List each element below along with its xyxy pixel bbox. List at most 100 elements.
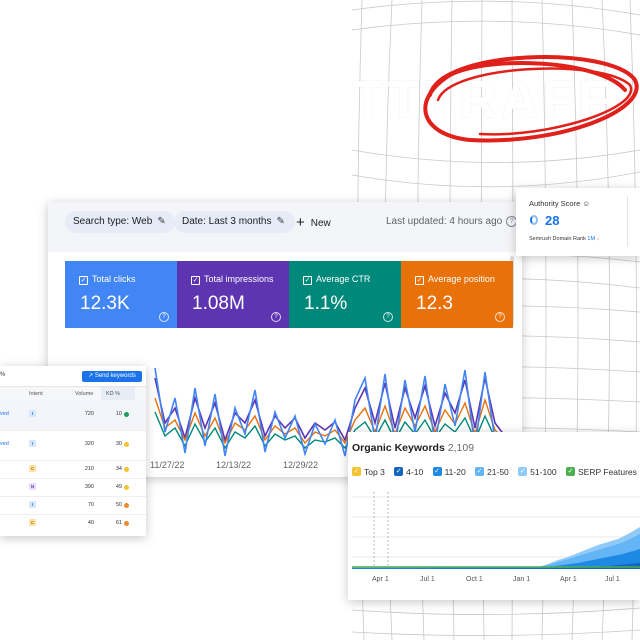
legend-label: SERP Features: [578, 466, 637, 477]
table-row[interactable]: ved I 320 30: [0, 430, 146, 461]
help-icon[interactable]: ?: [495, 312, 505, 322]
send-keywords-button[interactable]: ↗ Send keywords: [82, 371, 142, 382]
table-row[interactable]: ved I 720 10: [0, 400, 146, 431]
send-icon: ↗: [88, 373, 95, 379]
last-updated-text: Last updated: 4 hours ago: [386, 216, 503, 227]
metric-value: 12.3K: [80, 293, 130, 314]
legend-11-20[interactable]: ✓ 11-20: [432, 466, 466, 477]
checkbox-icon: ✓: [79, 276, 88, 285]
domain-rank-label: Semrush Domain Rank: [529, 236, 586, 242]
legend-label: 51-100: [530, 466, 557, 477]
metric-card-impressions[interactable]: ✓ Total impressions 1.08M ?: [177, 261, 289, 328]
metric-label: Total clicks: [92, 274, 136, 284]
x-axis-label: 12/29/22: [283, 460, 319, 470]
kd-difficulty-dot: [124, 521, 129, 526]
organic-keywords-chart: [352, 492, 640, 569]
x-axis-label: Jul 1: [420, 576, 435, 583]
date-label: Date: Last 3 months: [182, 216, 272, 227]
metric-label: Average CTR: [316, 274, 371, 284]
legend-label: Top 3: [364, 466, 385, 477]
metric-card-clicks[interactable]: ✓ Total clicks 12.3K ?: [65, 261, 177, 328]
red-scribble-circle: [423, 55, 639, 143]
pencil-icon: ✎: [276, 216, 285, 227]
kd-difficulty-dot: [124, 442, 129, 447]
authority-title-text: Authority Score: [529, 199, 581, 208]
table-row[interactable]: C 40 61: [0, 514, 146, 532]
new-filter-button[interactable]: + New: [296, 211, 331, 235]
legend-serp-features[interactable]: ✓ SERP Features: [566, 467, 637, 477]
percent-text: %: [0, 372, 6, 378]
new-label: New: [310, 218, 331, 229]
authority-score-panel: Authority Score ☺ 28 Semrush Domain Rank…: [516, 188, 640, 256]
search-type-chip[interactable]: Search type: Web ✎: [65, 211, 176, 233]
checkbox-icon: ✓: [303, 276, 312, 285]
intent-badge: I: [29, 440, 36, 447]
organic-keywords-panel: Organic Keywords 2,109 ✓ Top 3 ✓ 4-10 ✓ 11-2…: [348, 432, 640, 600]
checkbox-icon: ✓: [518, 467, 528, 476]
legend-51-100[interactable]: ✓ 51-100: [518, 466, 557, 477]
domain-rank: Semrush Domain Rank 1M ↓: [529, 236, 599, 242]
metric-card-position[interactable]: ✓ Average position 12.3 ?: [401, 261, 513, 328]
score-ring-icon: [530, 215, 538, 225]
kd-cell: 30: [115, 441, 122, 447]
help-icon[interactable]: ?: [271, 312, 281, 322]
organic-count: 2,109: [447, 442, 475, 454]
metric-cards: ✓ Total clicks 12.3K ? ✓ Total impressio…: [65, 261, 513, 328]
intent-badge: C: [29, 519, 36, 526]
kd-difficulty-dot: [124, 503, 129, 508]
table-row[interactable]: C 210 34: [0, 460, 146, 479]
volume-cell: 720: [84, 411, 94, 417]
column-headers: Intent Volume KD %: [0, 386, 146, 401]
column-header-kd[interactable]: KD %: [106, 391, 120, 397]
volume-cell: 40: [87, 520, 94, 526]
send-keywords-label: Send keywords: [94, 373, 136, 379]
smile-icon[interactable]: ☺: [582, 199, 590, 208]
x-axis-label: Apr 1: [372, 576, 389, 583]
checkbox-icon: ✓: [475, 467, 485, 476]
volume-cell: 320: [84, 441, 94, 447]
organic-title-text: Organic Keywords: [352, 442, 445, 454]
metric-card-ctr[interactable]: ✓ Average CTR 1.1% ?: [289, 261, 401, 328]
kd-cell: 49: [115, 484, 122, 490]
arrow-down-icon: ↓: [596, 236, 600, 242]
kd-cell: 61: [115, 520, 122, 526]
legend-label: 4-10: [406, 466, 424, 477]
organic-keywords-title: Organic Keywords 2,109: [352, 442, 474, 454]
last-updated: Last updated: 4 hours ago?: [386, 211, 518, 233]
table-row[interactable]: N 390 49: [0, 478, 146, 497]
kd-cell: 34: [115, 466, 122, 472]
x-axis-label: Jul 1: [605, 576, 620, 583]
kd-cell: 10: [115, 411, 122, 417]
legend-21-50[interactable]: ✓ 21-50: [475, 467, 509, 477]
keyword-table-header: % ↗ Send keywords: [0, 366, 146, 384]
volume-cell: 70: [87, 502, 94, 508]
filter-bar: Search type: Web ✎ Date: Last 3 months ✎ +…: [48, 202, 522, 252]
x-axis-label: 12/13/22: [216, 460, 252, 470]
column-header-intent[interactable]: Intent: [29, 391, 43, 397]
x-axis-label: 11/27/22: [150, 460, 185, 470]
intent-badge: C: [29, 465, 36, 472]
search-type-label: Search type: Web: [73, 216, 153, 227]
legend-top3[interactable]: ✓ Top 3: [352, 467, 385, 477]
keyword-cell[interactable]: ved: [0, 411, 9, 417]
intent-badge: N: [29, 483, 36, 490]
legend-4-10[interactable]: ✓ 4-10: [394, 467, 423, 477]
legend-label: 21-50: [487, 466, 509, 477]
checkbox-icon: ✓: [352, 467, 361, 476]
volume-cell: 210: [84, 466, 94, 472]
kd-difficulty-dot: [124, 485, 129, 490]
x-axis-label: Apr 1: [560, 576, 577, 583]
help-icon[interactable]: ?: [159, 312, 169, 322]
kd-difficulty-dot: [124, 412, 129, 417]
checkbox-icon: ✓: [566, 467, 576, 476]
metric-label: Average position: [428, 274, 495, 284]
checkbox-icon: ✓: [394, 467, 404, 476]
domain-rank-value[interactable]: 1M: [587, 236, 595, 242]
checkbox-icon: ✓: [432, 467, 442, 476]
date-chip[interactable]: Date: Last 3 months ✎: [174, 211, 295, 233]
legend-label: 11-20: [444, 466, 466, 477]
keyword-cell[interactable]: ved: [0, 441, 9, 447]
column-header-volume[interactable]: Volume: [75, 391, 93, 397]
help-icon[interactable]: ?: [383, 312, 393, 322]
table-row[interactable]: I 70 50: [0, 496, 146, 515]
